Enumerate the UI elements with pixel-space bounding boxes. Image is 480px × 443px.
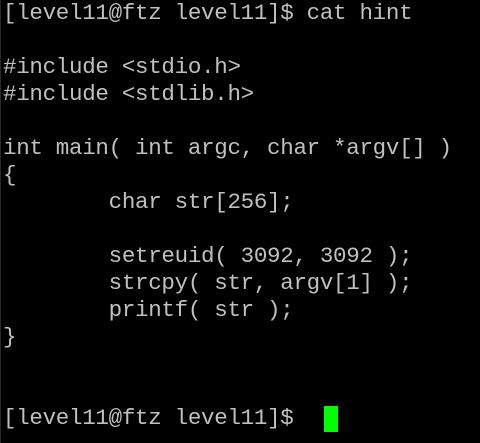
terminal-line-1: [level11@ftz level11]$ cat hint bbox=[3, 0, 413, 26]
prompt-line[interactable]: [level11@ftz level11]$ bbox=[3, 405, 307, 432]
terminal-line-6: int main( int argc, char *argv[] ) bbox=[3, 135, 452, 161]
terminal-window[interactable]: [level11@ftz level11]$ cat hint #include… bbox=[0, 0, 480, 443]
terminal-line-8: char str[256]; bbox=[3, 189, 294, 215]
terminal-line-13: } bbox=[3, 324, 17, 350]
terminal-line-4: #include <stdlib.h> bbox=[3, 81, 254, 107]
window-edge bbox=[0, 0, 1, 443]
terminal-line-10: setreuid( 3092, 3092 ); bbox=[3, 243, 413, 269]
terminal-line-11: strcpy( str, argv[1] ); bbox=[3, 270, 413, 296]
terminal-line-12: printf( str ); bbox=[3, 297, 294, 323]
text-cursor bbox=[324, 406, 338, 432]
terminal-line-7: { bbox=[3, 162, 17, 188]
terminal-line-3: #include <stdio.h> bbox=[3, 54, 241, 80]
